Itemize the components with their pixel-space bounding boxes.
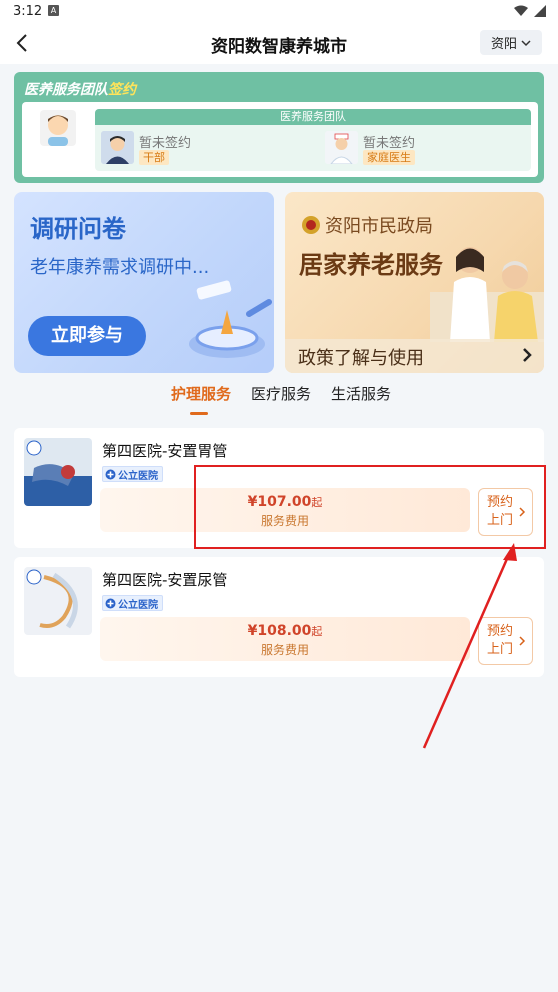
home-care-title: 居家养老服务 (299, 251, 443, 279)
cadre-avatar (101, 131, 134, 164)
book-home-visit-button[interactable]: 预约 上门 (478, 617, 533, 665)
service-thumbnail (24, 438, 92, 506)
badge-label: 公立医院 (118, 599, 158, 611)
member-role-badge: 干部 (139, 150, 169, 165)
cross-icon (105, 598, 116, 608)
status-time: 3:12 (13, 4, 43, 19)
tab-nursing[interactable]: 护理服务 (171, 383, 231, 404)
team-title-suffix: 签约 (108, 82, 136, 98)
org-name: 资阳市民政局 (325, 216, 433, 237)
city-label: 资阳 (490, 37, 517, 52)
tab-medical[interactable]: 医疗服务 (251, 383, 311, 404)
member-status: 暂未签约 (363, 136, 416, 151)
page-title: 资阳数智康养城市 (211, 37, 347, 57)
team-panel-title: 医养服务团队 (95, 109, 531, 125)
annotation-highlight-box (194, 465, 546, 549)
survey-banner[interactable]: 调研问卷 老年康养需求调研中... 立即参与 (14, 192, 274, 373)
member-status: 暂未签约 (139, 136, 192, 151)
member-role-badge: 家庭医生 (363, 150, 415, 165)
policy-footer[interactable]: 政策了解与使用 (285, 339, 544, 373)
team-card-body: 医养服务团队 暂未签约 干部 暂未签约 家庭医生 (22, 102, 538, 177)
notification-icon: A (48, 5, 59, 16)
team-panel: 医养服务团队 暂未签约 干部 暂未签约 家庭医生 (95, 109, 531, 171)
book-label: 预约 上门 (487, 623, 513, 659)
team-sign-card[interactable]: 医养服务团队签约 医养服务团队 暂未签约 干部 暂未签约 家庭医生 (14, 72, 544, 183)
status-bar: 3:12 A (0, 0, 558, 24)
doctor-avatar (325, 131, 358, 164)
chevron-right-icon (523, 348, 532, 362)
team-card-title: 医养服务团队签约 (24, 79, 136, 99)
caregiver-photo-icon (430, 247, 544, 342)
active-tab-indicator (190, 412, 208, 415)
cross-icon (105, 469, 116, 479)
chevron-right-icon (519, 636, 526, 646)
service-name: 第四医院-安置胃管 (102, 442, 228, 460)
tab-life[interactable]: 生活服务 (331, 383, 391, 404)
team-member-cadre[interactable]: 暂未签约 干部 (101, 131, 301, 167)
badge-label: 公立医院 (118, 470, 158, 482)
policy-link: 政策了解与使用 (298, 348, 424, 369)
nav-bar: 资阳数智康养城市 资阳 (0, 24, 558, 64)
book-line2: 上门 (487, 642, 514, 657)
service-name: 第四医院-安置尿管 (102, 571, 228, 589)
fee-label: 服务费用 (260, 643, 309, 657)
user-avatar (40, 110, 76, 146)
service-price: ¥108.00起 (100, 623, 470, 639)
public-hospital-badge: 公立医院 (102, 595, 163, 611)
magnifier-illustration-icon (189, 280, 272, 358)
emblem-icon (302, 216, 320, 234)
public-hospital-badge: 公立医院 (102, 466, 163, 482)
chevron-down-icon (521, 39, 531, 46)
price-box: ¥108.00起 服务费用 (100, 617, 470, 661)
service-thumbnail (24, 567, 92, 635)
service-card[interactable]: 第四医院-安置尿管 公立医院 ¥108.00起 服务费用 预约 上门 (14, 557, 544, 677)
battery-icon (534, 5, 546, 17)
book-line1: 预约 (487, 624, 514, 639)
team-member-doctor[interactable]: 暂未签约 家庭医生 (325, 131, 525, 167)
join-survey-button[interactable]: 立即参与 (28, 316, 146, 356)
civil-affairs-org: 资阳市民政局 (301, 212, 433, 238)
survey-title: 调研问卷 (30, 215, 126, 243)
team-title-prefix: 医养服务团队 (24, 82, 108, 98)
price-value: ¥108.00 (247, 623, 312, 639)
price-suffix: 起 (311, 625, 323, 638)
city-selector[interactable]: 资阳 (480, 30, 542, 55)
service-tabs: 护理服务 医疗服务 生活服务 (0, 380, 558, 416)
home-care-banner[interactable]: 资阳市民政局 居家养老服务 政策了解与使用 (285, 192, 544, 373)
wifi-icon (514, 5, 528, 16)
